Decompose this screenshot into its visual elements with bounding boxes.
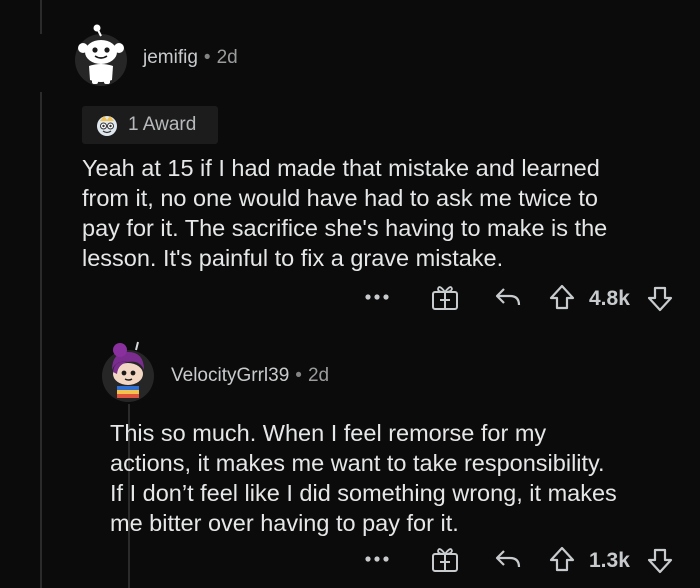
downvote-icon <box>646 547 674 575</box>
reply-meta: VelocityGrrl39 • 2d <box>171 365 329 387</box>
vote-score: 1.3k <box>589 549 630 572</box>
reply-age: 2d <box>307 365 330 386</box>
gift-award-icon <box>430 283 460 311</box>
more-options-button[interactable] <box>364 290 390 304</box>
reply-icon <box>494 285 522 309</box>
upvote-icon <box>548 545 576 573</box>
avatar[interactable] <box>74 22 128 90</box>
upvote-icon <box>548 283 576 311</box>
comment-body-line: lesson. It's painful to fix a grave mist… <box>82 245 504 271</box>
downvote-icon <box>646 285 674 313</box>
thread-line-root[interactable] <box>40 92 42 588</box>
reply-body-line: actions, it makes me want to take respon… <box>110 450 605 476</box>
more-icon <box>364 290 390 304</box>
upvote-button[interactable] <box>548 545 576 573</box>
more-options-button[interactable] <box>364 552 390 566</box>
gift-award-icon <box>430 545 460 573</box>
downvote-button[interactable] <box>646 285 674 313</box>
reply-icon <box>494 547 522 571</box>
reply-body-line: me bitter over having to pay for it. <box>110 510 459 536</box>
username-link[interactable]: VelocityGrrl39 <box>171 365 289 386</box>
thread-line-outer[interactable] <box>40 0 42 34</box>
username-link[interactable]: jemifig <box>143 47 198 68</box>
reply-body-line: This so much. When I feel remorse for my <box>110 420 547 446</box>
reply-body-line: If I don’t feel like I did something wro… <box>110 480 617 506</box>
give-award-button[interactable] <box>430 283 460 311</box>
comment-body-line: pay for it. The sacrifice she's having t… <box>82 215 608 241</box>
comment-body-line: Yeah at 15 if I had made that mistake an… <box>82 155 600 181</box>
reply-button[interactable] <box>494 285 522 309</box>
comment-meta: jemifig • 2d <box>143 47 238 69</box>
separator-dot: • <box>203 47 211 68</box>
more-icon <box>364 552 390 566</box>
award-badge[interactable]: 1 Award <box>82 106 218 144</box>
downvote-button[interactable] <box>646 547 674 575</box>
award-label: 1 Award <box>128 114 197 135</box>
award-icon <box>94 113 120 137</box>
reply-button[interactable] <box>494 547 522 571</box>
comment-age: 2d <box>216 47 238 68</box>
vote-score: 4.8k <box>589 287 630 310</box>
give-award-button[interactable] <box>430 545 460 573</box>
upvote-button[interactable] <box>548 283 576 311</box>
separator-dot: • <box>295 365 302 386</box>
avatar[interactable] <box>100 340 156 404</box>
comment-body: Yeah at 15 if I had made that mistake an… <box>82 153 607 273</box>
reply-body: This so much. When I feel remorse for my… <box>110 418 617 538</box>
comment-body-line: from it, no one would have had to ask me… <box>82 185 598 211</box>
